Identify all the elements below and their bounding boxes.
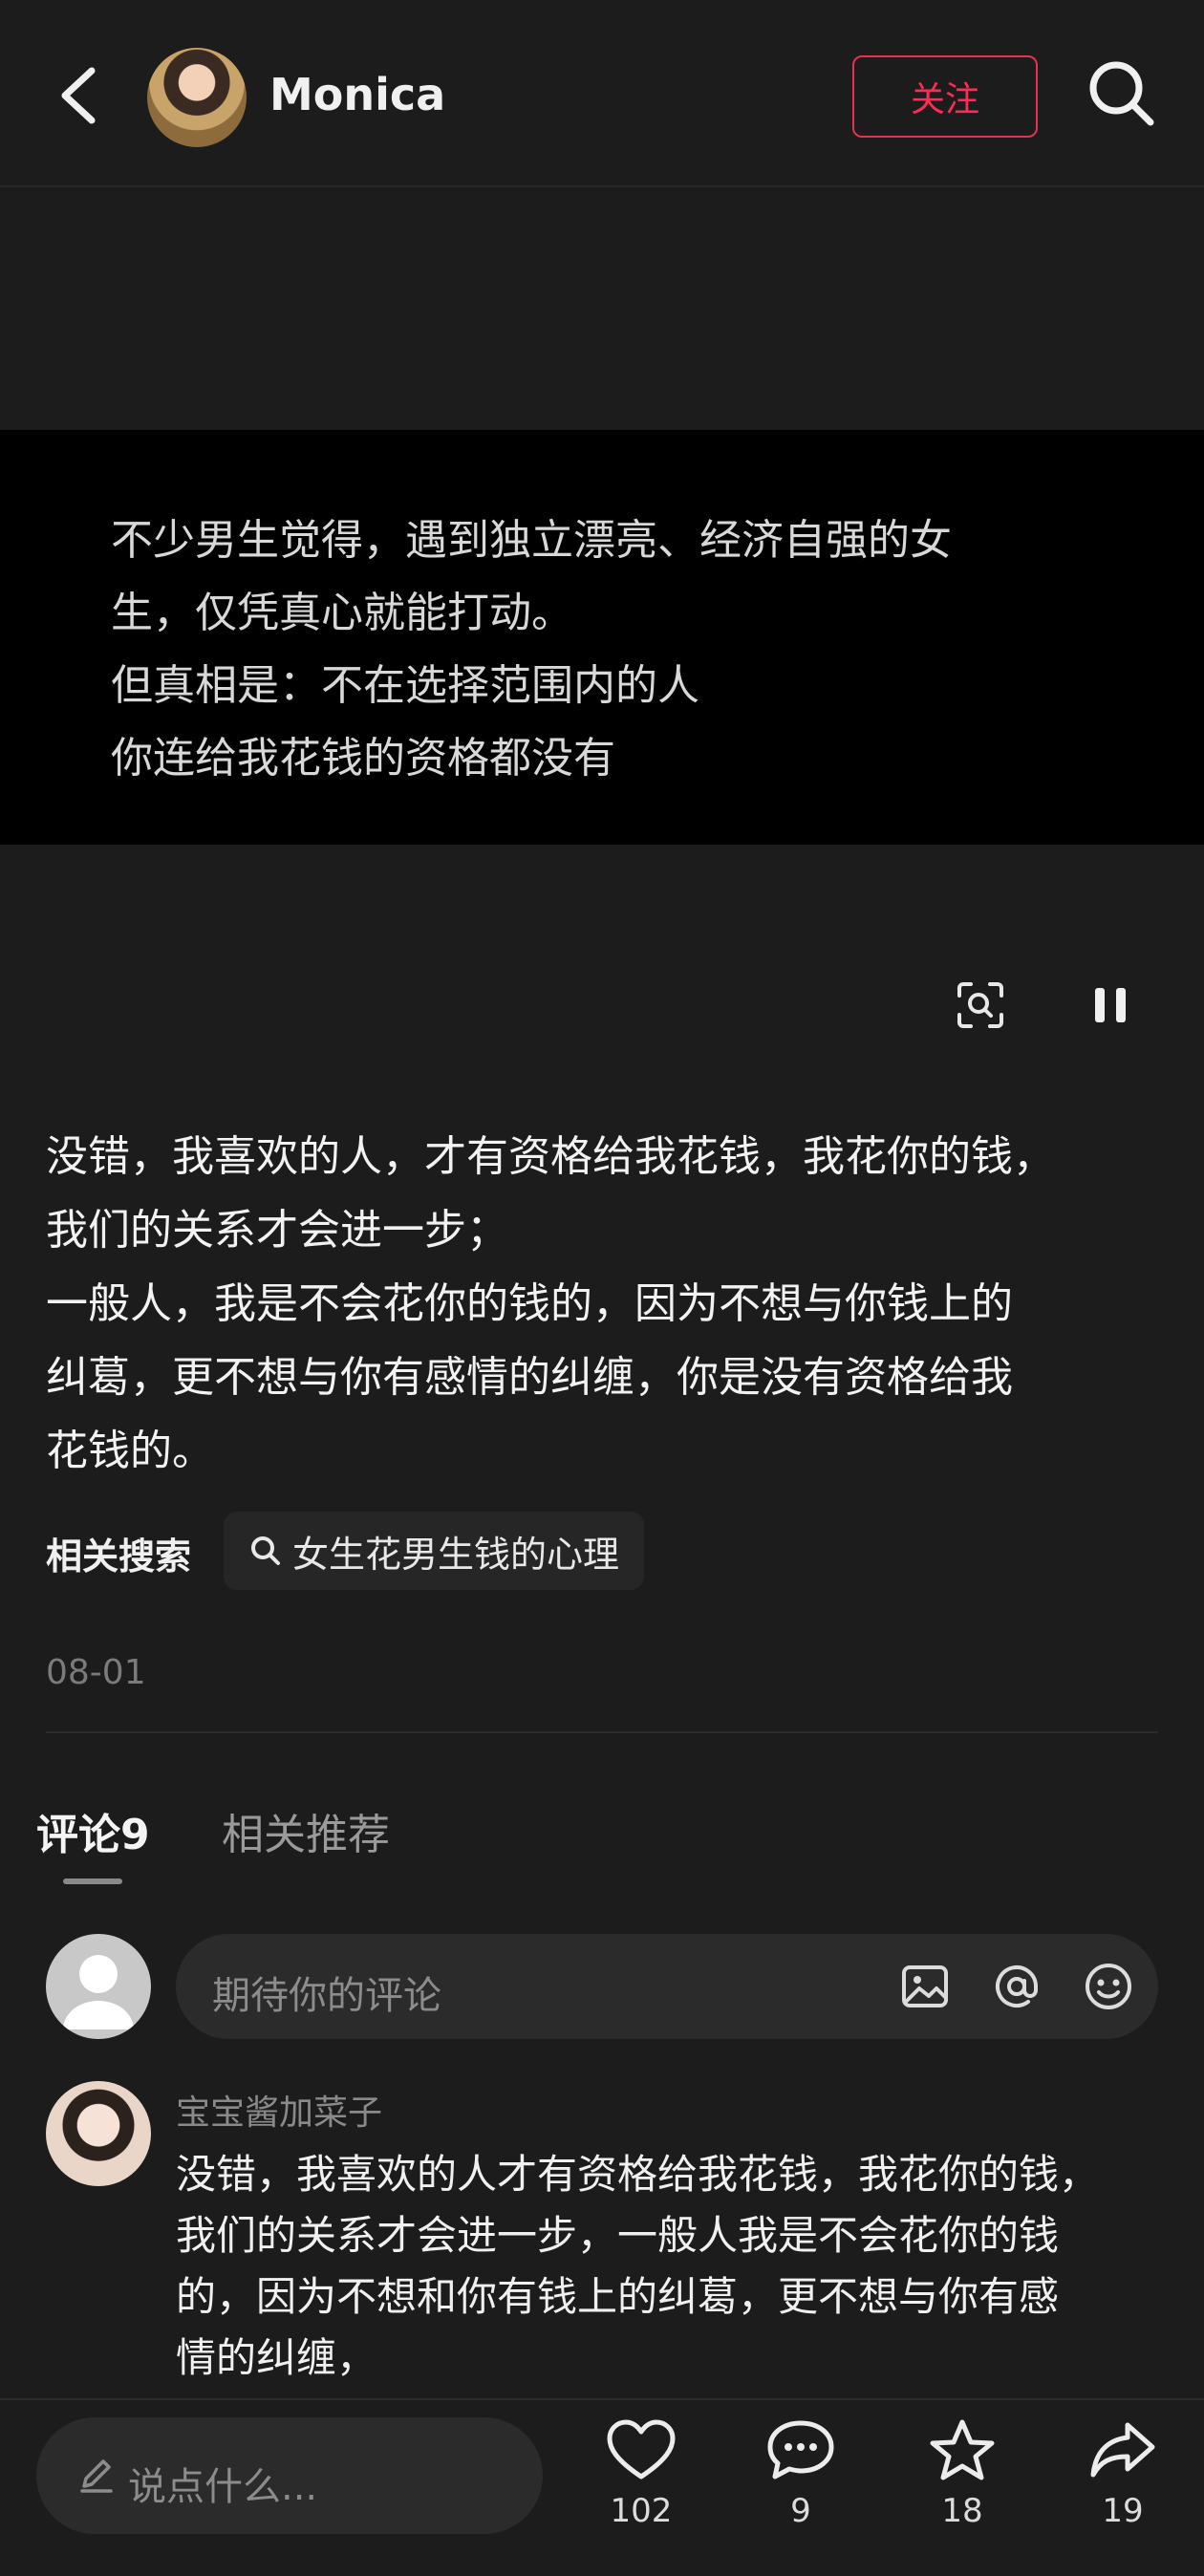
- commenter-name[interactable]: 宝宝酱加菜子: [176, 2085, 382, 2135]
- video-line: 但真相是：不在选择范围内的人: [111, 661, 699, 710]
- pause-button[interactable]: [1091, 984, 1129, 1030]
- commenter-avatar[interactable]: [46, 2081, 151, 2186]
- back-button[interactable]: [48, 57, 115, 134]
- comment-line: 情的纠缠，: [176, 2334, 377, 2381]
- caption-line: 我们的关系才会进一步；: [46, 1206, 508, 1255]
- author-name[interactable]: Monica: [269, 69, 445, 120]
- at-icon: [996, 1965, 1038, 2007]
- video-line: 不少男生觉得，遇到独立漂亮、经济自强的女: [111, 516, 952, 565]
- say-something-input[interactable]: 说点什么...: [36, 2417, 543, 2534]
- pencil-icon: [80, 2459, 113, 2493]
- share-button[interactable]: 19: [1061, 2417, 1185, 2570]
- post-date: 08-01: [46, 1653, 146, 1692]
- top-bar: Monica 关注: [0, 0, 1204, 187]
- pause-icon: [1095, 988, 1126, 1022]
- search-icon: [1089, 61, 1154, 126]
- active-tab-indicator: [63, 1878, 122, 1884]
- heart-icon: [607, 2419, 676, 2479]
- scan-icon: [957, 982, 1003, 1028]
- comment-bubble-icon: [767, 2420, 834, 2479]
- say-something-placeholder: 说点什么...: [128, 2465, 318, 2509]
- back-arrow-icon: [61, 67, 96, 124]
- like-button[interactable]: 102: [579, 2417, 703, 2570]
- comment-count: 9: [790, 2492, 811, 2530]
- favorite-count: 18: [941, 2492, 983, 2530]
- search-icon: [251, 1536, 280, 1565]
- default-avatar-icon: [63, 1955, 134, 2029]
- comment-line: 的，因为不想和你有钱上的纠葛，更不想与你有感: [176, 2273, 1060, 2320]
- like-count: 102: [610, 2492, 673, 2530]
- comment-button[interactable]: 9: [739, 2417, 863, 2570]
- caption-line: 一般人，我是不会花你的钱的，因为不想与你钱上的: [46, 1279, 1013, 1328]
- comment-input[interactable]: 期待你的评论: [176, 1934, 1158, 2039]
- comment-text: 没错，我喜欢的人才有资格给我花钱，我花你的钱， 我们的关系才会进一步，一般人我是…: [176, 2144, 1179, 2389]
- author-avatar[interactable]: [147, 48, 247, 147]
- image-icon: [902, 1965, 948, 2007]
- comment-placeholder: 期待你的评论: [212, 1974, 441, 2018]
- favorite-button[interactable]: 18: [900, 2417, 1024, 2570]
- related-search-chip[interactable]: 女生花男生钱的心理: [224, 1512, 645, 1590]
- emoji-button[interactable]: [1082, 1960, 1135, 2013]
- share-icon: [1090, 2422, 1155, 2478]
- related-search-query: 女生花男生钱的心理: [292, 1533, 620, 1576]
- caption-line: 没错，我喜欢的人，才有资格给我花钱，我花你的钱，: [46, 1132, 1055, 1181]
- follow-button[interactable]: 关注: [852, 55, 1038, 138]
- my-avatar: [46, 1934, 151, 2039]
- divider: [46, 1731, 1158, 1733]
- screen-recognize-button[interactable]: [956, 980, 1005, 1034]
- star-icon: [930, 2419, 995, 2480]
- tab-comments[interactable]: 评论9: [36, 1800, 150, 1861]
- video-line: 你连给我花钱的资格都没有: [111, 734, 615, 783]
- comment-line: 没错，我喜欢的人才有资格给我花钱，我花你的钱，: [176, 2151, 1100, 2198]
- video-line: 生，仅凭真心就能打动。: [111, 589, 573, 637]
- caption-line: 纠葛，更不想与你有感情的纠缠，你是没有资格给我: [46, 1353, 1013, 1402]
- search-button[interactable]: [1084, 55, 1160, 132]
- bottom-action-bar: 说点什么... 102 9 18 19: [0, 2398, 1204, 2576]
- caption-line: 花钱的。: [46, 1427, 214, 1475]
- mention-button[interactable]: [990, 1960, 1043, 2013]
- post-caption: 没错，我喜欢的人，才有资格给我花钱，我花你的钱， 我们的关系才会进一步； 一般人…: [46, 1120, 1173, 1488]
- tab-related-recommend[interactable]: 相关推荐: [222, 1800, 390, 1861]
- share-count: 19: [1102, 2492, 1144, 2530]
- comment-line: 我们的关系才会进一步，一般人我是不会花你的钱: [176, 2212, 1060, 2259]
- emoji-icon: [1086, 1964, 1131, 2009]
- related-search-label: 相关搜索: [46, 1535, 192, 1578]
- image-button[interactable]: [898, 1960, 952, 2013]
- video-overlay-text: 不少男生觉得，遇到独立漂亮、经济自强的女 生，仅凭真心就能打动。 但真相是：不在…: [111, 504, 1105, 795]
